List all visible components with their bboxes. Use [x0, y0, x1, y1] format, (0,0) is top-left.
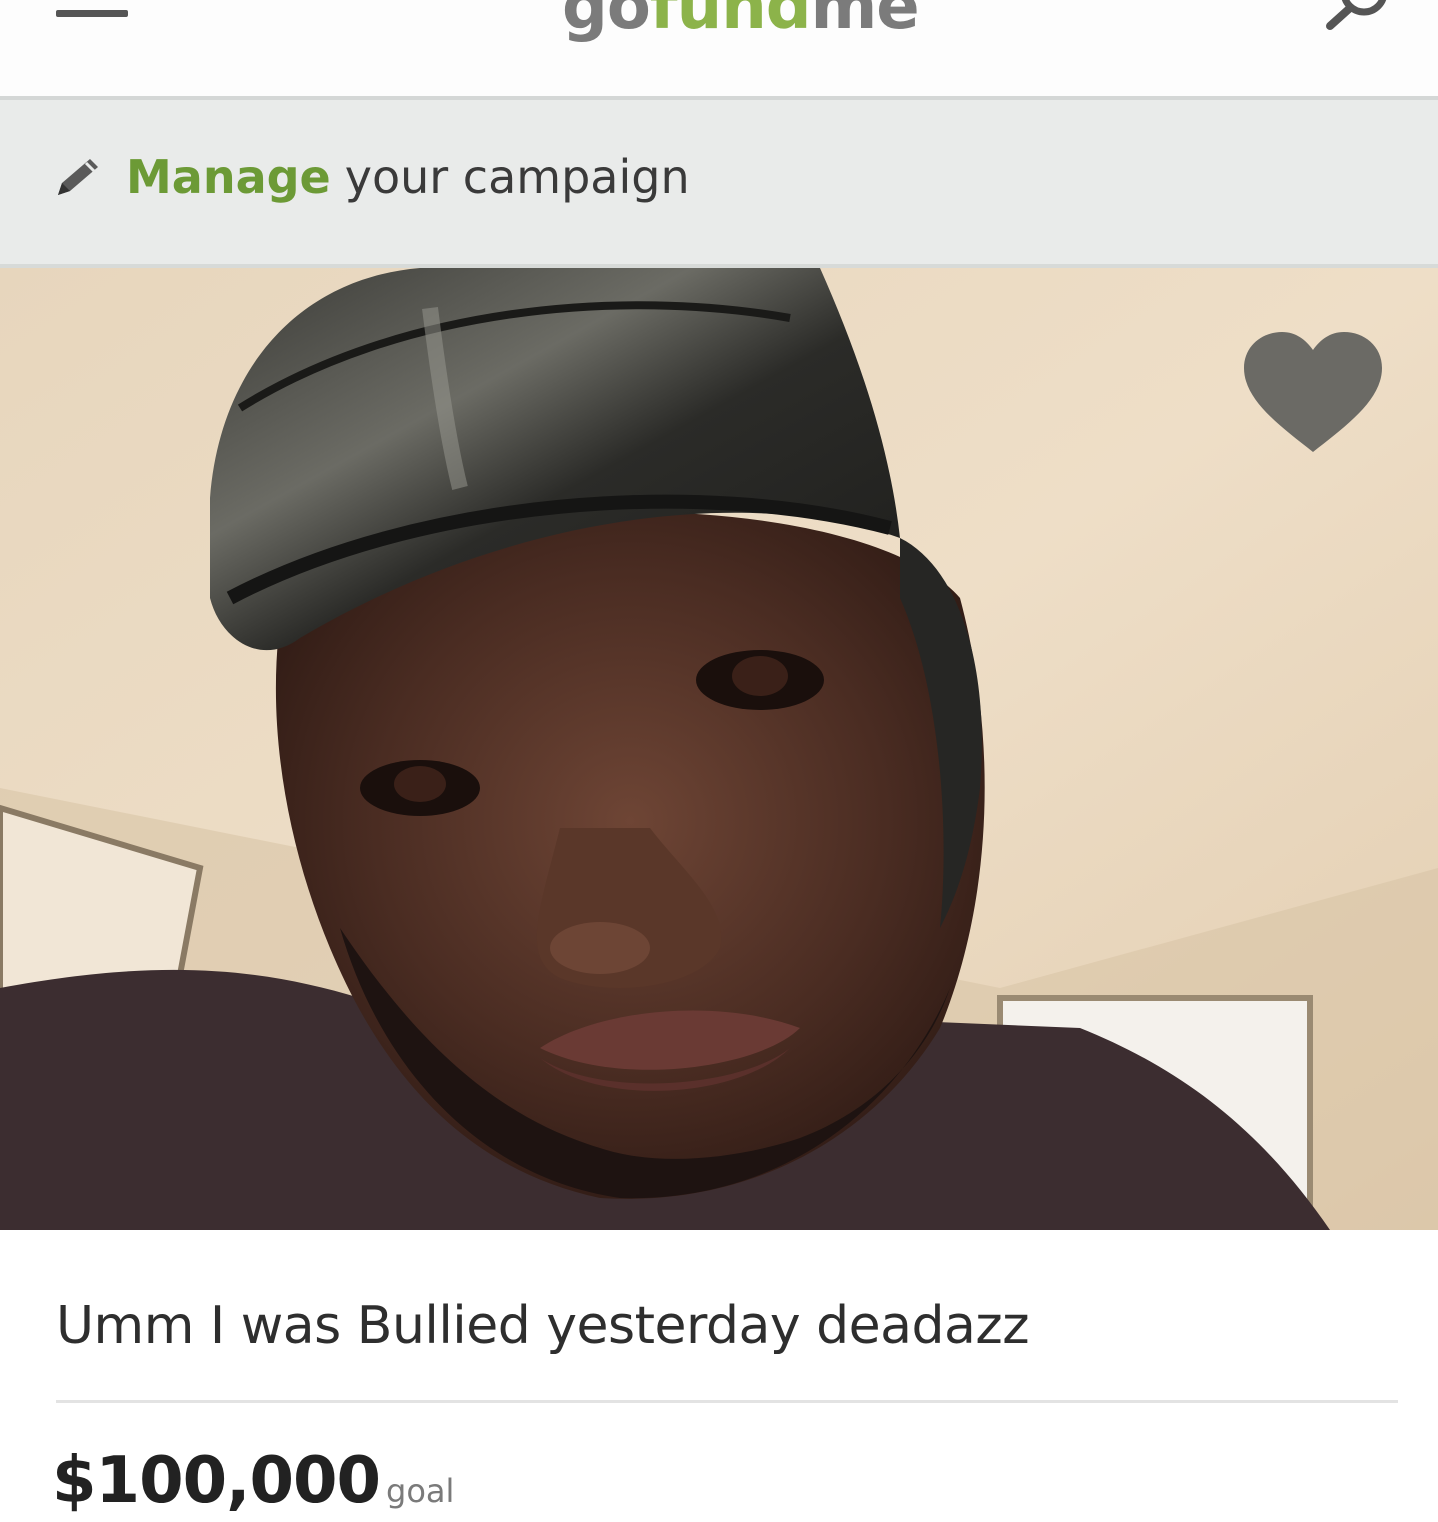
gofundme-logo[interactable]: gofundme [562, 0, 920, 44]
divider [56, 1400, 1398, 1403]
goal-label: goal [386, 1472, 455, 1510]
campaign-title[interactable]: Umm I was Bullied yesterday deadazz [56, 1296, 1030, 1356]
campaign-page: gofundme Manage your campaign Umm I was … [0, 0, 1438, 1522]
search-icon[interactable] [1320, 0, 1390, 34]
top-app-bar: gofundme [0, 0, 1438, 100]
campaign-photo[interactable] [0, 268, 1438, 1230]
manage-campaign-link[interactable]: Manage your campaign [52, 150, 690, 204]
heart-icon[interactable] [1240, 330, 1386, 458]
your-campaign-label: your campaign [344, 150, 690, 204]
goal-amount: $100,000 [52, 1444, 381, 1518]
goal-row: $100,000 goal [52, 1444, 454, 1518]
pencil-icon [58, 159, 98, 195]
manage-label: Manage [126, 150, 331, 204]
hamburger-menu-icon[interactable] [56, 10, 130, 28]
